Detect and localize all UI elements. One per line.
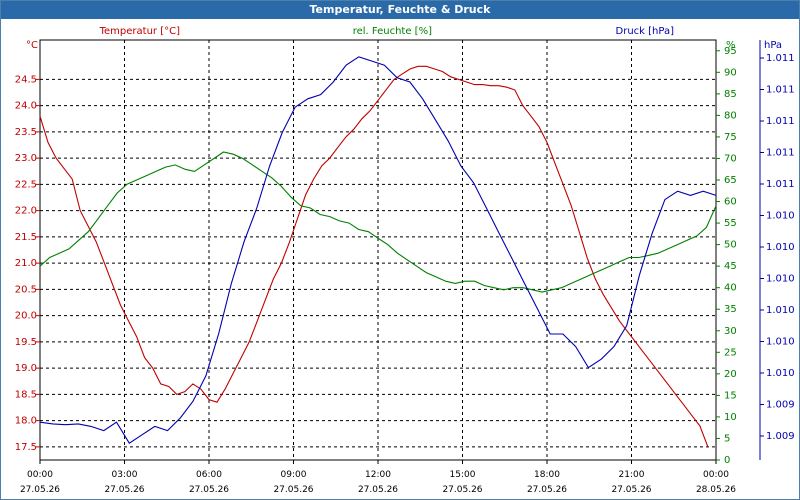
x-tick-date: 27.05.26 <box>20 485 60 495</box>
y-right2-tick-label: 1.009 <box>766 400 795 411</box>
y-right2-tick-label: 1.010 <box>766 305 795 316</box>
y-right-tick-label: 10 <box>724 412 737 423</box>
y-left-tick-label: 17.5 <box>15 442 37 453</box>
y-right-tick-label: 15 <box>724 390 737 401</box>
y-right-tick-label: 50 <box>724 240 737 251</box>
y-right-tick-label: 65 <box>724 175 737 186</box>
x-tick-time: 15:00 <box>450 470 476 480</box>
y-left-tick-label: 20.0 <box>15 311 37 322</box>
y-right-tick-label: 80 <box>724 110 737 121</box>
y-right2-tick-label: 1.011 <box>766 179 795 190</box>
x-tick-time: 09:00 <box>281 470 307 480</box>
x-tick-date: 27.05.26 <box>358 485 398 495</box>
y-right2-tick-label: 1.010 <box>766 211 795 222</box>
legend-pressure: Druck [hPa] <box>616 26 675 37</box>
x-tick-time: 06:00 <box>196 470 222 480</box>
y-left-tick-label: 24.0 <box>15 101 37 112</box>
legend-humidity: rel. Feuchte [%] <box>353 26 432 37</box>
y-left-tick-label: 22.0 <box>15 206 37 217</box>
y-left-tick-label: 24.5 <box>15 74 37 85</box>
chart-canvas: 00:00 27.05.26 03:00 27.05.26 06:00 27.05.26 0… <box>15 26 795 495</box>
x-tick-date: 27.05.26 <box>273 485 313 495</box>
right2-unit-label: hPa <box>764 40 782 51</box>
x-tick-time: 03:00 <box>112 470 138 480</box>
x-tick-date: 27.05.26 <box>527 485 567 495</box>
x-tick-time: 21:00 <box>619 470 645 480</box>
y-left-tick-label: 21.5 <box>15 232 37 243</box>
y-right-tick-label: 35 <box>724 304 737 315</box>
x-tick-date: 27.05.26 <box>611 485 651 495</box>
y-right-tick-label: 0 <box>724 455 730 466</box>
y-right2-tick-label: 1.010 <box>766 368 795 379</box>
y-right-tick-label: 75 <box>724 132 737 143</box>
x-tick-time: 12:00 <box>365 470 391 480</box>
y-right2-tick-label: 1.010 <box>766 242 795 253</box>
y-right-tick-label: 40 <box>724 283 737 294</box>
y-right-tick-label: 85 <box>724 89 737 100</box>
y-right2-tick-label: 1.011 <box>766 53 795 64</box>
legend-temperature: Temperatur [°C] <box>99 26 180 37</box>
x-tick-time: 00:00 <box>27 470 53 480</box>
y-left-tick-label: 22.5 <box>15 179 37 190</box>
y-right2-tick-label: 1.009 <box>766 431 795 442</box>
x-tick-date: 27.05.26 <box>442 485 482 495</box>
y-left-tick-label: 18.5 <box>15 389 37 400</box>
y-right-tick-label: 20 <box>724 369 737 380</box>
y-left-tick-label: 21.0 <box>15 258 37 269</box>
y-right-tick-label: 70 <box>724 153 737 164</box>
y-left-tick-label: 18.0 <box>15 416 37 427</box>
x-tick-time: 00:00 <box>703 470 729 480</box>
x-tick-date: 28.05.26 <box>696 485 736 495</box>
x-tick-date: 27.05.26 <box>104 485 144 495</box>
y-left-tick-label: 23.5 <box>15 127 37 138</box>
y-left-tick-label: 20.5 <box>15 284 37 295</box>
y-right2-tick-label: 1.011 <box>766 148 795 159</box>
y-left-tick-label: 19.5 <box>15 337 37 348</box>
y-left-tick-label: 23.0 <box>15 153 37 164</box>
x-tick-date: 27.05.26 <box>189 485 229 495</box>
y-right-tick-label: 60 <box>724 197 737 208</box>
left-unit-label: °C <box>26 40 38 51</box>
y-right2-tick-label: 1.011 <box>766 85 795 96</box>
y-right-tick-label: 90 <box>724 67 737 78</box>
y-right-tick-label: 5 <box>724 433 730 444</box>
y-right2-tick-label: 1.011 <box>766 116 795 127</box>
y-right-tick-label: 30 <box>724 326 737 337</box>
x-tick-time: 18:00 <box>534 470 560 480</box>
y-right2-tick-label: 1.010 <box>766 274 795 285</box>
y-right2-tick-label: 1.010 <box>766 337 795 348</box>
y-right-tick-label: 45 <box>724 261 737 272</box>
y-right-tick-label: 25 <box>724 347 737 358</box>
y-left-tick-label: 19.0 <box>15 363 37 374</box>
right-unit-label: % <box>726 40 736 51</box>
y-right-tick-label: 55 <box>724 218 737 229</box>
